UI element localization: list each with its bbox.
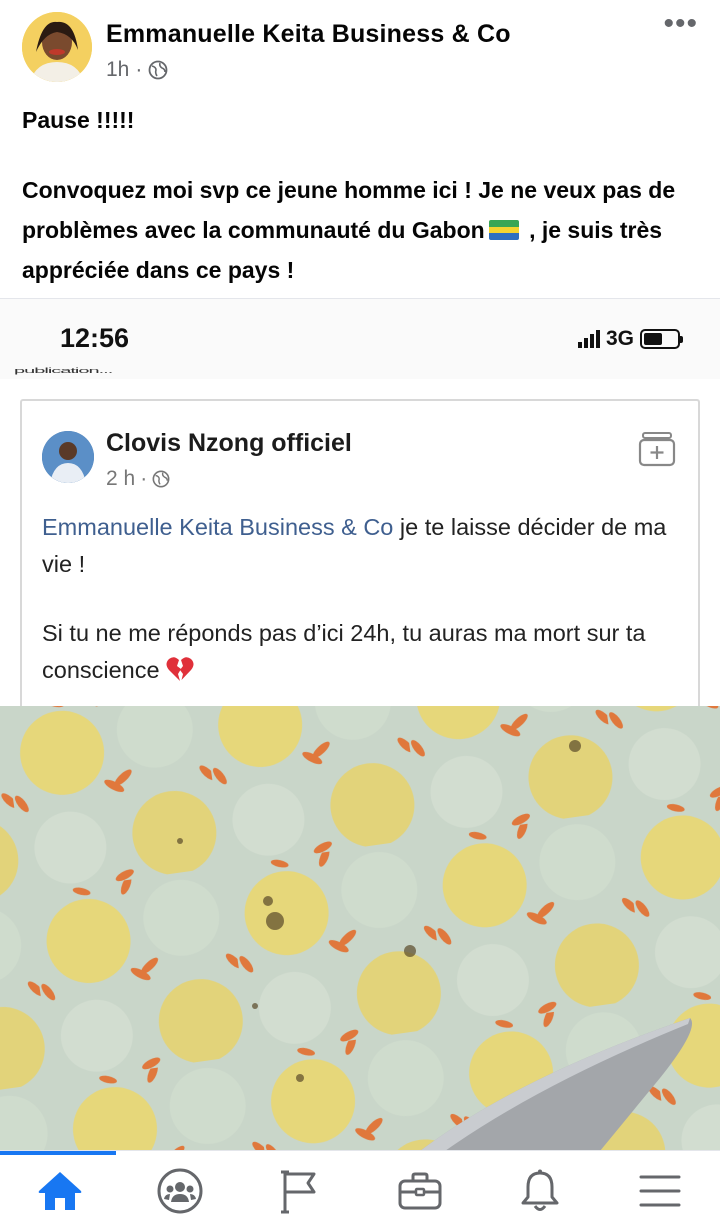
inner-globe-icon [152, 470, 170, 488]
post-text-line-1: Pause !!!!! [22, 107, 135, 133]
inner-post-card: Clovis Nzong officiel 2 h · Emmanuelle K… [20, 399, 700, 719]
save-collection-icon [638, 432, 676, 467]
post-text: Pause !!!!! Convoquez moi svp ce jeune h… [22, 100, 712, 290]
menu-icon [639, 1175, 681, 1207]
inner-author-avatar [42, 431, 94, 483]
inner-author-name: Clovis Nzong officiel [106, 429, 352, 457]
nav-notifications[interactable] [510, 1161, 570, 1221]
truncated-text: publication... [14, 367, 113, 375]
post-time[interactable]: 1h [106, 58, 129, 82]
bottom-navigation [0, 1150, 720, 1225]
battery-icon [640, 329, 683, 349]
notifications-bell-icon [521, 1169, 559, 1211]
home-icon [38, 1172, 82, 1210]
nav-marketplace[interactable] [390, 1161, 450, 1221]
groups-icon [157, 1168, 203, 1214]
network-type: 3G [605, 327, 634, 350]
nav-groups[interactable] [150, 1161, 210, 1221]
more-options-button[interactable]: ••• [663, 9, 698, 39]
inner-meta-separator: · [140, 467, 148, 490]
inner-post-meta: 2 h · [106, 467, 170, 491]
meta-separator: · [135, 58, 143, 81]
inner-post-paragraph-2: Si tu ne me réponds pas d’ici 24h, tu au… [42, 615, 682, 689]
nav-menu[interactable] [630, 1161, 690, 1221]
shared-screenshot-image[interactable]: 12:56 3G publication... Clovis Nzong off… [0, 298, 720, 1150]
inner-text-paragraph-2: Si tu ne me réponds pas d’ici 24h, tu au… [42, 620, 646, 683]
author-avatar[interactable] [22, 12, 92, 82]
signal-icon [577, 330, 600, 348]
marketplace-briefcase-icon [398, 1172, 442, 1210]
post-author-name[interactable]: Emmanuelle Keita Business & Co [106, 20, 511, 49]
inner-post-paragraph-1: Emmanuelle Keita Business & Co je te lai… [42, 509, 682, 583]
nav-home[interactable] [30, 1161, 90, 1221]
inner-post-text: Emmanuelle Keita Business & Co je te lai… [42, 509, 682, 689]
post-header: Emmanuelle Keita Business & Co 1h · ••• [0, 0, 720, 96]
broken-heart-icon [166, 657, 194, 681]
phone-status-bar: 12:56 3G publication... [0, 299, 720, 379]
nav-pages[interactable] [270, 1161, 330, 1221]
status-time: 12:56 [60, 323, 130, 353]
post-text-paragraph-2: Convoquez moi svp ce jeune homme ici ! J… [22, 170, 712, 290]
status-indicators: 3G [577, 327, 683, 351]
globe-icon [148, 60, 168, 80]
gabon-flag-icon [488, 220, 519, 240]
pages-flag-icon [281, 1170, 316, 1214]
post-meta: 1h · [106, 58, 168, 82]
active-tab-indicator [0, 1151, 116, 1155]
fabric-photo [0, 706, 720, 1150]
inner-mention-link: Emmanuelle Keita Business & Co [42, 514, 394, 540]
inner-post-time: 2 h [106, 467, 136, 490]
